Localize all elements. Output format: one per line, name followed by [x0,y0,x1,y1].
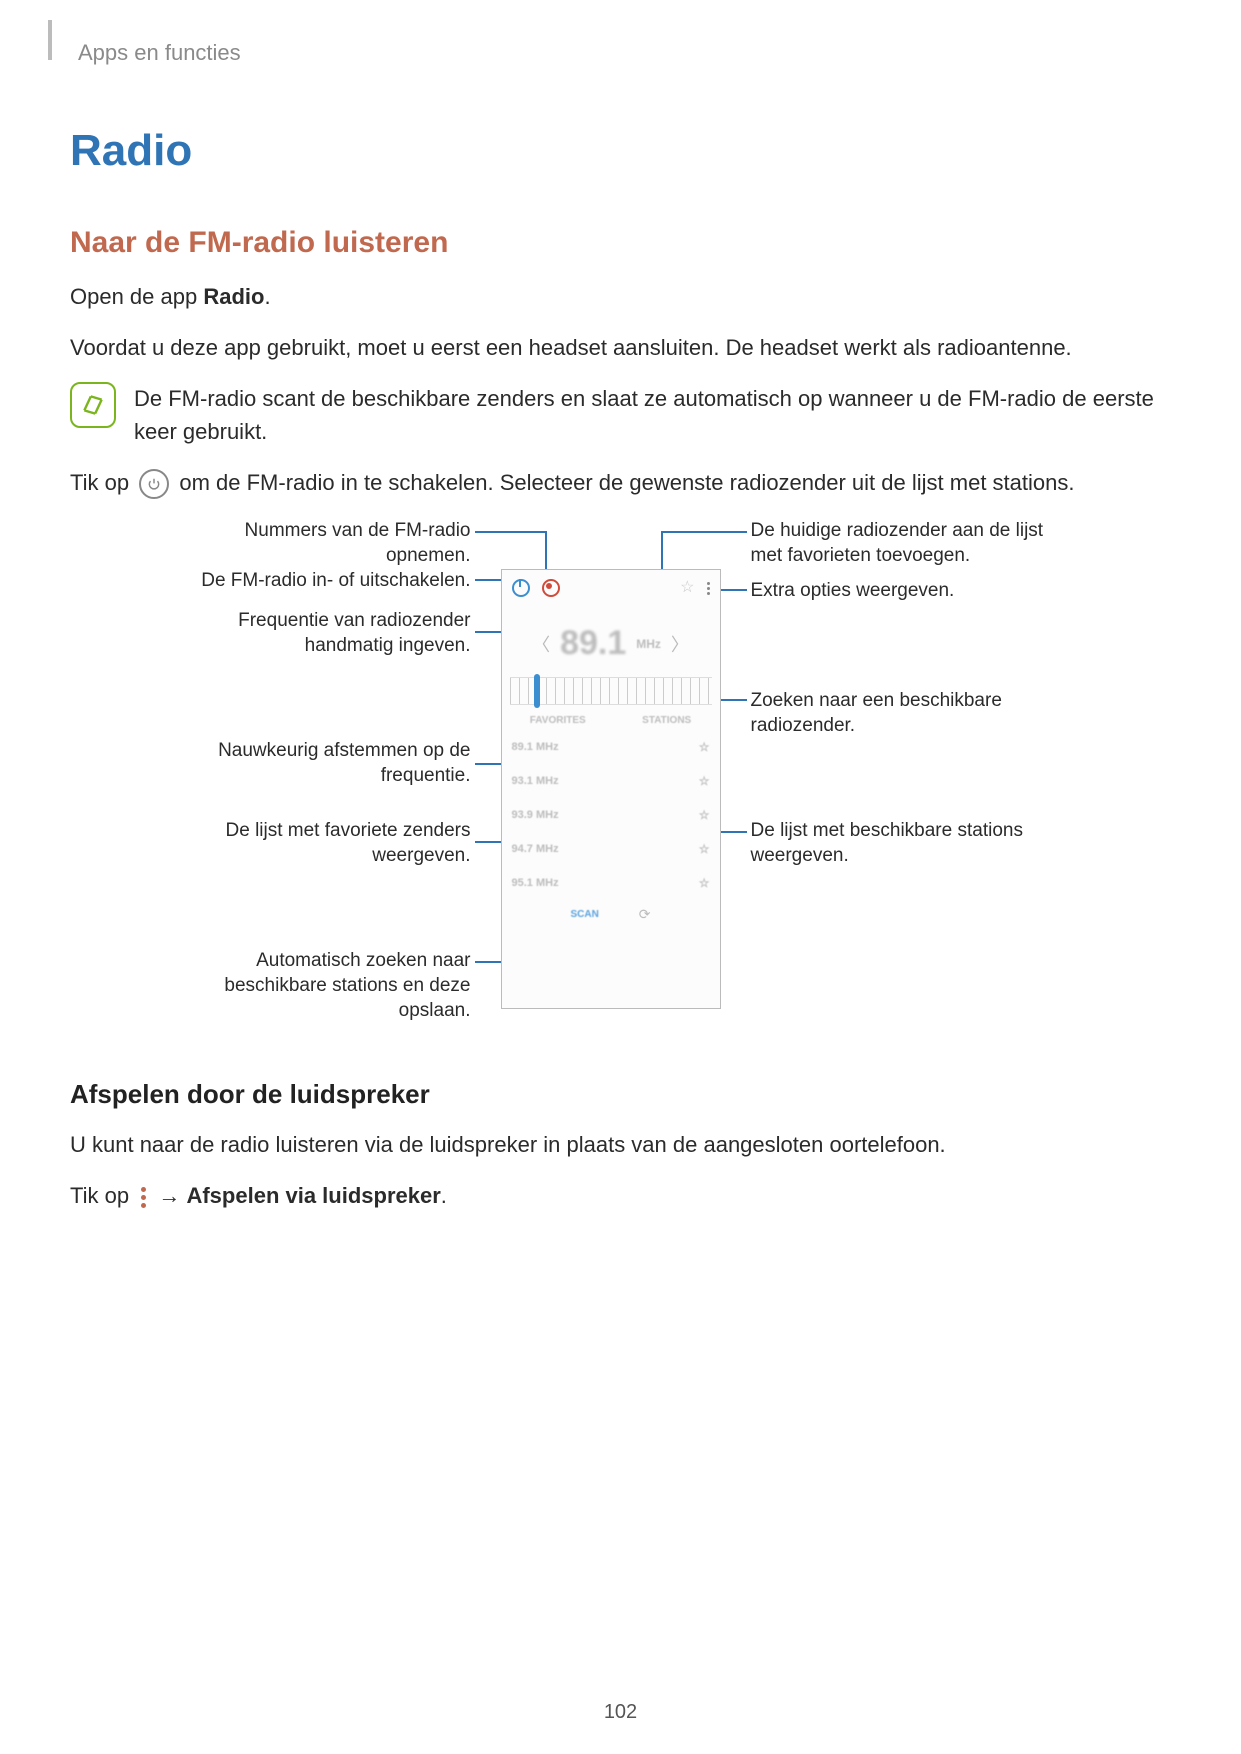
legend-station-list: De lijst met beschikbare stations weerge… [751,819,1051,868]
legend-more: Extra opties weergeven. [751,579,1051,604]
decorative-rule [48,20,52,60]
text: Open de app [70,284,203,309]
legend-fine-tune: Nauwkeurig afstemmen op de frequentie. [181,739,471,788]
text: om de FM-radio in te schakelen. Selectee… [179,470,1074,495]
list-item[interactable]: 95.1 MHz☆ [512,866,710,900]
legend-add-fav: De huidige radiozender aan de lijst met … [751,519,1051,568]
paragraph-speaker: U kunt naar de radio luisteren via de lu… [70,1128,1171,1161]
leader-line [661,531,747,533]
scan-row: SCAN ⟳ [502,900,720,923]
power-icon [139,469,169,499]
frequency-value[interactable]: 89.1 [560,624,626,663]
refresh-icon[interactable]: ⟳ [639,906,651,923]
legend-manual-freq: Frequentie van radiozender handmatig ing… [181,609,471,658]
section-heading: Naar de FM-radio luisteren [70,226,1171,260]
paragraph-open-app: Open de app Radio. [70,280,1171,313]
star-icon[interactable]: ☆ [699,740,710,754]
radio-diagram: Nummers van de FM-radio opnemen. De FM-r… [181,519,1061,1039]
legend-auto-scan: Automatisch zoeken naar beschikbare stat… [181,949,471,1023]
subsection-heading: Afspelen door de luidspreker [70,1079,1171,1110]
list-item[interactable]: 89.1 MHz☆ [512,730,710,764]
frequency-row: 〈 89.1 MHz 〉 [502,606,720,669]
legend-record: Nummers van de FM-radio opnemen. [181,519,471,568]
menu-option: Afspelen via luidspreker [186,1183,440,1208]
favorite-icon[interactable]: ☆ [680,580,694,596]
manual-page: Apps en functies Radio Naar de FM-radio … [0,0,1241,1754]
note-block: De FM-radio scant de beschikbare zenders… [70,382,1171,448]
tuning-ruler[interactable] [510,677,712,705]
breadcrumb: Apps en functies [78,40,1171,66]
star-icon[interactable]: ☆ [699,876,710,890]
star-icon[interactable]: ☆ [699,842,710,856]
record-icon[interactable] [542,579,560,597]
note-icon [70,382,116,428]
seek-next-icon[interactable]: 〉 [671,631,689,657]
text: → [158,1183,186,1208]
list-item[interactable]: 94.7 MHz☆ [512,832,710,866]
topbar-left [512,579,560,597]
legend-seek: Zoeken naar een beschikbare radiozender. [751,689,1051,738]
list-item[interactable]: 93.9 MHz☆ [512,798,710,832]
seek-prev-icon[interactable]: 〈 [532,631,550,657]
more-icon [141,1187,146,1208]
text: . [264,284,270,309]
tab-stations[interactable]: STATIONS [642,715,691,726]
paragraph-power: Tik op om de FM-radio in te schakelen. S… [70,466,1171,499]
app-name: Radio [203,284,264,309]
phone-topbar: ☆ [502,570,720,606]
tab-favorites[interactable]: FAVORITES [530,715,586,726]
text: . [441,1183,447,1208]
scan-button[interactable]: SCAN [570,909,598,920]
station-list: 89.1 MHz☆ 93.1 MHz☆ 93.9 MHz☆ 94.7 MHz☆ … [502,730,720,900]
text: Tik op [70,470,135,495]
page-number: 102 [0,1701,1241,1724]
star-icon[interactable]: ☆ [699,808,710,822]
legend-fav-list: De lijst met favoriete zenders weergeven… [181,819,471,868]
paragraph-headset: Voordat u deze app gebruikt, moet u eers… [70,331,1171,364]
topbar-right: ☆ [680,580,709,596]
text: Tik op [70,1183,135,1208]
more-icon[interactable] [707,582,710,595]
phone-mockup: ☆ 〈 89.1 MHz 〉 FAVORITES STATIONS 89.1 M… [501,569,721,1009]
leader-line [475,531,547,533]
page-title: Radio [70,126,1171,176]
power-icon[interactable] [512,579,530,597]
list-item[interactable]: 93.1 MHz☆ [512,764,710,798]
legend-power: De FM-radio in- of uitschakelen. [181,569,471,594]
note-text: De FM-radio scant de beschikbare zenders… [134,382,1171,448]
tabs: FAVORITES STATIONS [502,705,720,730]
frequency-unit: MHz [636,637,661,651]
star-icon[interactable]: ☆ [699,774,710,788]
paragraph-speaker-steps: Tik op → Afspelen via luidspreker. [70,1179,1171,1212]
